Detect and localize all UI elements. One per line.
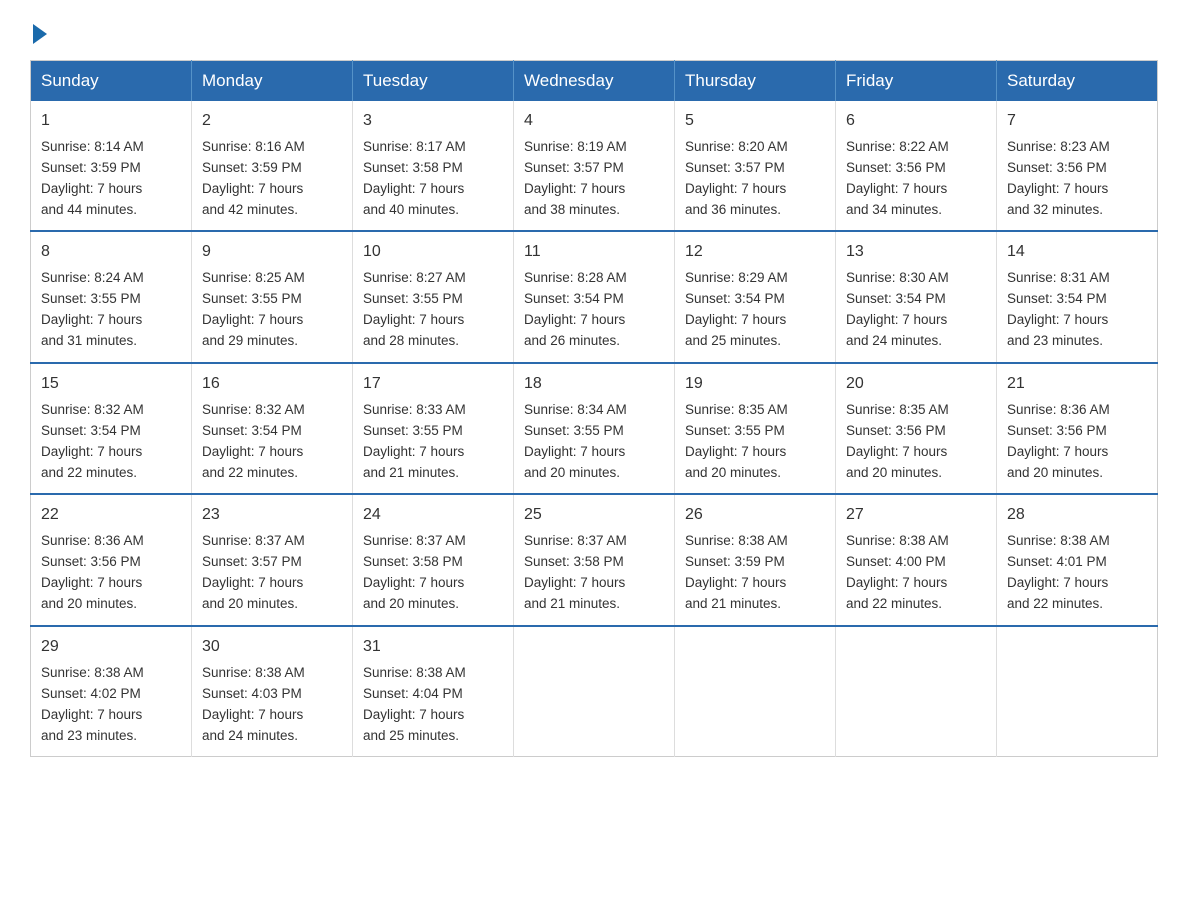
calendar-day-cell: 18Sunrise: 8:34 AMSunset: 3:55 PMDayligh… bbox=[514, 363, 675, 494]
day-number: 9 bbox=[202, 240, 342, 265]
calendar-week-row: 29Sunrise: 8:38 AMSunset: 4:02 PMDayligh… bbox=[31, 626, 1158, 757]
calendar-day-cell bbox=[997, 626, 1158, 757]
day-number: 2 bbox=[202, 109, 342, 134]
day-number: 23 bbox=[202, 503, 342, 528]
calendar-week-row: 22Sunrise: 8:36 AMSunset: 3:56 PMDayligh… bbox=[31, 494, 1158, 625]
calendar-day-cell: 5Sunrise: 8:20 AMSunset: 3:57 PMDaylight… bbox=[675, 101, 836, 231]
calendar-day-cell: 6Sunrise: 8:22 AMSunset: 3:56 PMDaylight… bbox=[836, 101, 997, 231]
calendar-day-cell: 17Sunrise: 8:33 AMSunset: 3:55 PMDayligh… bbox=[353, 363, 514, 494]
day-number: 25 bbox=[524, 503, 664, 528]
day-of-week-header: Wednesday bbox=[514, 61, 675, 102]
calendar-day-cell: 8Sunrise: 8:24 AMSunset: 3:55 PMDaylight… bbox=[31, 231, 192, 362]
day-number: 4 bbox=[524, 109, 664, 134]
day-number: 15 bbox=[41, 372, 181, 397]
day-number: 14 bbox=[1007, 240, 1147, 265]
calendar-day-cell: 1Sunrise: 8:14 AMSunset: 3:59 PMDaylight… bbox=[31, 101, 192, 231]
logo-arrow-icon bbox=[33, 24, 47, 44]
day-number: 29 bbox=[41, 635, 181, 660]
day-number: 12 bbox=[685, 240, 825, 265]
day-number: 28 bbox=[1007, 503, 1147, 528]
day-number: 24 bbox=[363, 503, 503, 528]
day-of-week-header: Thursday bbox=[675, 61, 836, 102]
day-number: 19 bbox=[685, 372, 825, 397]
calendar-day-cell: 13Sunrise: 8:30 AMSunset: 3:54 PMDayligh… bbox=[836, 231, 997, 362]
calendar-day-cell: 24Sunrise: 8:37 AMSunset: 3:58 PMDayligh… bbox=[353, 494, 514, 625]
calendar-day-cell: 21Sunrise: 8:36 AMSunset: 3:56 PMDayligh… bbox=[997, 363, 1158, 494]
calendar-header-row: SundayMondayTuesdayWednesdayThursdayFrid… bbox=[31, 61, 1158, 102]
day-number: 20 bbox=[846, 372, 986, 397]
calendar-day-cell: 31Sunrise: 8:38 AMSunset: 4:04 PMDayligh… bbox=[353, 626, 514, 757]
day-number: 8 bbox=[41, 240, 181, 265]
day-number: 21 bbox=[1007, 372, 1147, 397]
calendar-day-cell: 26Sunrise: 8:38 AMSunset: 3:59 PMDayligh… bbox=[675, 494, 836, 625]
calendar-day-cell: 30Sunrise: 8:38 AMSunset: 4:03 PMDayligh… bbox=[192, 626, 353, 757]
day-of-week-header: Friday bbox=[836, 61, 997, 102]
calendar-day-cell: 12Sunrise: 8:29 AMSunset: 3:54 PMDayligh… bbox=[675, 231, 836, 362]
calendar-day-cell: 9Sunrise: 8:25 AMSunset: 3:55 PMDaylight… bbox=[192, 231, 353, 362]
day-of-week-header: Monday bbox=[192, 61, 353, 102]
calendar-day-cell: 15Sunrise: 8:32 AMSunset: 3:54 PMDayligh… bbox=[31, 363, 192, 494]
day-number: 1 bbox=[41, 109, 181, 134]
calendar-day-cell: 23Sunrise: 8:37 AMSunset: 3:57 PMDayligh… bbox=[192, 494, 353, 625]
calendar-day-cell: 4Sunrise: 8:19 AMSunset: 3:57 PMDaylight… bbox=[514, 101, 675, 231]
calendar-week-row: 15Sunrise: 8:32 AMSunset: 3:54 PMDayligh… bbox=[31, 363, 1158, 494]
day-number: 13 bbox=[846, 240, 986, 265]
day-number: 16 bbox=[202, 372, 342, 397]
day-number: 22 bbox=[41, 503, 181, 528]
calendar-week-row: 8Sunrise: 8:24 AMSunset: 3:55 PMDaylight… bbox=[31, 231, 1158, 362]
day-number: 6 bbox=[846, 109, 986, 134]
day-number: 31 bbox=[363, 635, 503, 660]
day-number: 7 bbox=[1007, 109, 1147, 134]
calendar-day-cell: 27Sunrise: 8:38 AMSunset: 4:00 PMDayligh… bbox=[836, 494, 997, 625]
day-number: 11 bbox=[524, 240, 664, 265]
day-number: 5 bbox=[685, 109, 825, 134]
calendar-day-cell: 25Sunrise: 8:37 AMSunset: 3:58 PMDayligh… bbox=[514, 494, 675, 625]
day-number: 18 bbox=[524, 372, 664, 397]
day-of-week-header: Sunday bbox=[31, 61, 192, 102]
calendar-day-cell: 14Sunrise: 8:31 AMSunset: 3:54 PMDayligh… bbox=[997, 231, 1158, 362]
calendar-day-cell: 29Sunrise: 8:38 AMSunset: 4:02 PMDayligh… bbox=[31, 626, 192, 757]
calendar-day-cell: 19Sunrise: 8:35 AMSunset: 3:55 PMDayligh… bbox=[675, 363, 836, 494]
day-of-week-header: Saturday bbox=[997, 61, 1158, 102]
day-number: 3 bbox=[363, 109, 503, 134]
day-number: 10 bbox=[363, 240, 503, 265]
day-number: 17 bbox=[363, 372, 503, 397]
calendar-day-cell: 7Sunrise: 8:23 AMSunset: 3:56 PMDaylight… bbox=[997, 101, 1158, 231]
calendar-day-cell: 10Sunrise: 8:27 AMSunset: 3:55 PMDayligh… bbox=[353, 231, 514, 362]
calendar-table: SundayMondayTuesdayWednesdayThursdayFrid… bbox=[30, 60, 1158, 757]
day-number: 30 bbox=[202, 635, 342, 660]
calendar-day-cell bbox=[675, 626, 836, 757]
calendar-day-cell: 2Sunrise: 8:16 AMSunset: 3:59 PMDaylight… bbox=[192, 101, 353, 231]
calendar-day-cell: 11Sunrise: 8:28 AMSunset: 3:54 PMDayligh… bbox=[514, 231, 675, 362]
calendar-day-cell: 16Sunrise: 8:32 AMSunset: 3:54 PMDayligh… bbox=[192, 363, 353, 494]
calendar-day-cell: 22Sunrise: 8:36 AMSunset: 3:56 PMDayligh… bbox=[31, 494, 192, 625]
day-number: 26 bbox=[685, 503, 825, 528]
page-header bbox=[30, 20, 1158, 40]
calendar-day-cell bbox=[836, 626, 997, 757]
calendar-day-cell: 28Sunrise: 8:38 AMSunset: 4:01 PMDayligh… bbox=[997, 494, 1158, 625]
calendar-day-cell bbox=[514, 626, 675, 757]
calendar-day-cell: 3Sunrise: 8:17 AMSunset: 3:58 PMDaylight… bbox=[353, 101, 514, 231]
calendar-week-row: 1Sunrise: 8:14 AMSunset: 3:59 PMDaylight… bbox=[31, 101, 1158, 231]
day-of-week-header: Tuesday bbox=[353, 61, 514, 102]
day-number: 27 bbox=[846, 503, 986, 528]
logo bbox=[30, 20, 47, 40]
calendar-day-cell: 20Sunrise: 8:35 AMSunset: 3:56 PMDayligh… bbox=[836, 363, 997, 494]
